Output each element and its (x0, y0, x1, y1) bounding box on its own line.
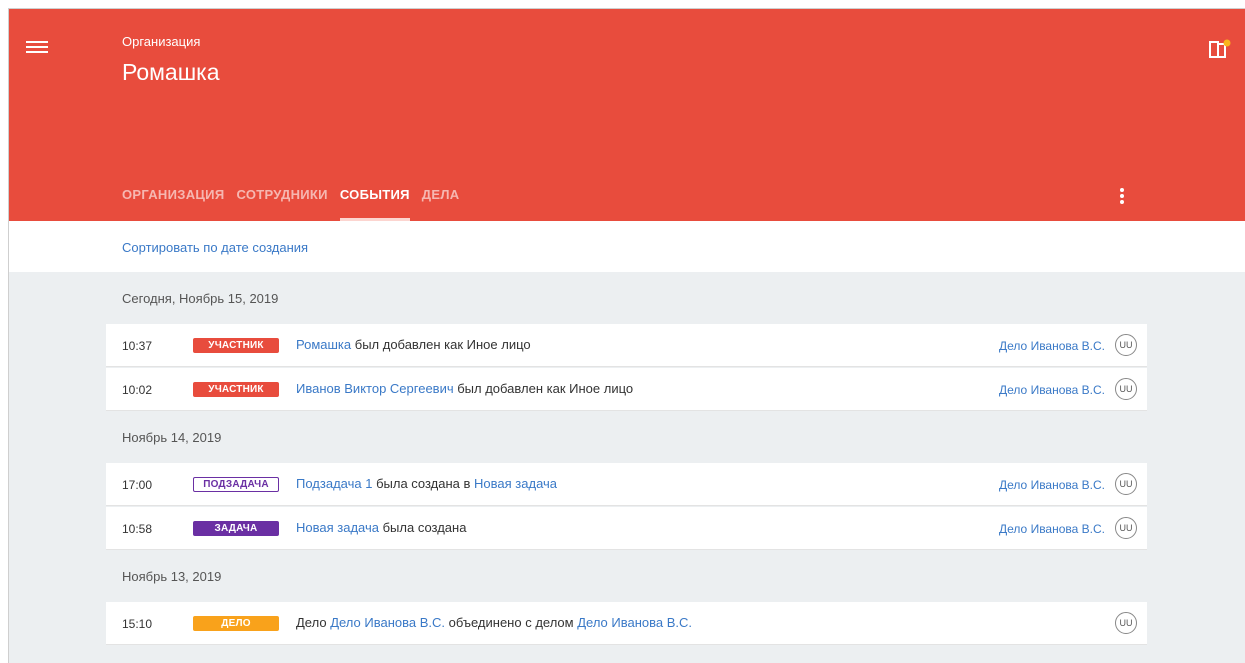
event-row: 15:10 ДЕЛО Дело Дело Иванова В.С. объеди… (106, 602, 1147, 645)
avatar: UU (1115, 612, 1137, 634)
event-text: объединено с делом (445, 615, 578, 630)
events-list: Сегодня, Ноябрь 15, 2019 10:37 УЧАСТНИК … (9, 272, 1245, 663)
date-header: Ноябрь 13, 2019 (122, 569, 222, 584)
avatar: UU (1115, 517, 1137, 539)
tab-events[interactable]: СОБЫТИЯ (339, 185, 410, 221)
entity-link[interactable]: Новая задача (474, 476, 557, 491)
sort-bar: Сортировать по дате создания (9, 221, 1245, 272)
case-link[interactable]: Дело Иванова В.С. (999, 383, 1105, 397)
app-frame: Организация Ромашка ОРГАНИЗАЦИЯ СОТРУДНИ… (8, 8, 1245, 663)
date-header: Ноябрь 14, 2019 (122, 430, 222, 445)
event-text: Дело (296, 615, 331, 630)
event-type-badge: ДЕЛО (193, 616, 279, 631)
tab-organization[interactable]: ОРГАНИЗАЦИЯ (122, 185, 224, 221)
tab-bar: ОРГАНИЗАЦИЯ СОТРУДНИКИ СОБЫТИЯ ДЕЛА (122, 185, 471, 221)
event-row: 10:58 ЗАДАЧА Новая задача была создана Д… (106, 507, 1147, 550)
event-description: Ромашка был добавлен как Иное лицо (296, 337, 531, 352)
event-time: 10:37 (122, 339, 153, 353)
event-row: 10:37 УЧАСТНИК Ромашка был добавлен как … (106, 324, 1147, 367)
page-title: Ромашка (122, 59, 220, 85)
event-description: Дело Дело Иванова В.С. объединено с дело… (296, 615, 692, 630)
event-row: 10:02 УЧАСТНИК Иванов Виктор Сергеевич б… (106, 368, 1147, 411)
event-type-badge: ЗАДАЧА (193, 521, 279, 536)
app-switch-icon[interactable] (1209, 39, 1231, 59)
entity-link[interactable]: Новая задача (296, 520, 379, 535)
avatar: UU (1115, 334, 1137, 356)
header: Организация Ромашка ОРГАНИЗАЦИЯ СОТРУДНИ… (9, 9, 1245, 221)
event-text: была создана в (372, 476, 475, 491)
event-type-badge: УЧАСТНИК (193, 382, 279, 397)
event-time: 10:58 (122, 522, 153, 536)
event-type-badge: ПОДЗАДАЧА (193, 477, 279, 492)
event-type-badge: УЧАСТНИК (193, 338, 279, 353)
event-time: 10:02 (122, 383, 153, 397)
entity-link[interactable]: Ромашка (296, 337, 351, 352)
case-link[interactable]: Дело Иванова В.С. (999, 478, 1105, 492)
event-text: был добавлен как Иное лицо (453, 381, 634, 396)
event-text: была создана (378, 520, 467, 535)
event-text: был добавлен как Иное лицо (351, 337, 531, 352)
case-link[interactable]: Дело Иванова В.С. (999, 339, 1105, 353)
tab-employees[interactable]: СОТРУДНИКИ (236, 185, 327, 221)
sort-by-date-link[interactable]: Сортировать по дате создания (122, 240, 308, 255)
event-row: 17:00 ПОДЗАДАЧА Подзадача 1 была создана… (106, 463, 1147, 506)
org-label: Организация (122, 34, 201, 49)
entity-link[interactable]: Дело Иванова В.С. (330, 615, 445, 630)
date-header: Сегодня, Ноябрь 15, 2019 (122, 291, 279, 306)
event-description: Подзадача 1 была создана в Новая задача (296, 476, 557, 491)
more-vertical-icon[interactable] (1118, 188, 1126, 208)
entity-link[interactable]: Дело Иванова В.С. (577, 615, 692, 630)
entity-link[interactable]: Подзадача 1 (296, 476, 372, 491)
entity-link[interactable]: Иванов Виктор Сергеевич (296, 381, 454, 396)
event-description: Иванов Виктор Сергеевич был добавлен как… (296, 381, 633, 396)
avatar: UU (1115, 473, 1137, 495)
hamburger-menu-icon[interactable] (25, 38, 49, 58)
event-time: 15:10 (122, 617, 153, 631)
tab-cases[interactable]: ДЕЛА (422, 185, 460, 221)
event-time: 17:00 (122, 478, 153, 492)
event-description: Новая задача была создана (296, 520, 466, 535)
avatar: UU (1115, 378, 1137, 400)
case-link[interactable]: Дело Иванова В.С. (999, 522, 1105, 536)
